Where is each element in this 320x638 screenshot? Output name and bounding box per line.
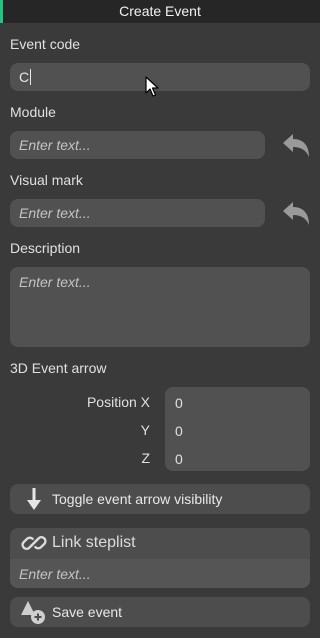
position-fields (165, 387, 310, 471)
module-placeholder: Enter text... (19, 137, 91, 153)
module-undo-icon[interactable] (281, 133, 311, 159)
create-event-panel: Create Event Event code C Module Enter t… (0, 0, 320, 638)
toggle-arrow-visibility-label: Toggle event arrow visibility (52, 491, 223, 507)
visual-mark-input[interactable]: Enter text... (10, 199, 265, 227)
position-z-label: Z (141, 450, 150, 466)
save-event-label: Save event (52, 604, 123, 620)
accent-strip (0, 0, 3, 23)
event-code-input[interactable]: C (10, 63, 310, 91)
link-steplist-group: Link steplist Enter text... (10, 528, 310, 588)
event-code-value: C (19, 69, 30, 85)
visual-mark-undo-icon[interactable] (281, 201, 311, 227)
module-label: Module (10, 104, 56, 120)
title-bar: Create Event (0, 0, 320, 23)
steplist-placeholder: Enter text... (19, 565, 91, 582)
visual-mark-label: Visual mark (10, 172, 83, 188)
module-input[interactable]: Enter text... (10, 131, 265, 159)
event-code-label: Event code (10, 36, 81, 52)
text-caret (30, 69, 32, 85)
position-x-input[interactable]: 0 (175, 395, 183, 411)
mouse-pointer-icon (145, 76, 159, 97)
position-z-input[interactable]: 0 (175, 451, 183, 467)
arrow-section-label: 3D Event arrow (10, 360, 107, 376)
position-x-label: Position X (86, 394, 150, 410)
add-event-icon (16, 597, 52, 627)
save-event-button[interactable]: Save event (10, 597, 310, 627)
description-label: Description (10, 240, 81, 256)
visual-mark-placeholder: Enter text... (19, 205, 91, 221)
position-y-label: Y (140, 422, 150, 438)
arrow-down-icon (16, 484, 52, 514)
link-icon (16, 528, 52, 558)
link-steplist-button[interactable]: Link steplist (10, 528, 310, 558)
description-textarea[interactable]: Enter text... (10, 267, 310, 347)
description-placeholder: Enter text... (19, 274, 91, 290)
window-title: Create Event (119, 3, 201, 19)
link-steplist-label: Link steplist (52, 534, 136, 551)
steplist-input[interactable]: Enter text... (10, 559, 310, 588)
toggle-arrow-visibility-button[interactable]: Toggle event arrow visibility (10, 484, 310, 514)
position-y-input[interactable]: 0 (175, 423, 183, 439)
